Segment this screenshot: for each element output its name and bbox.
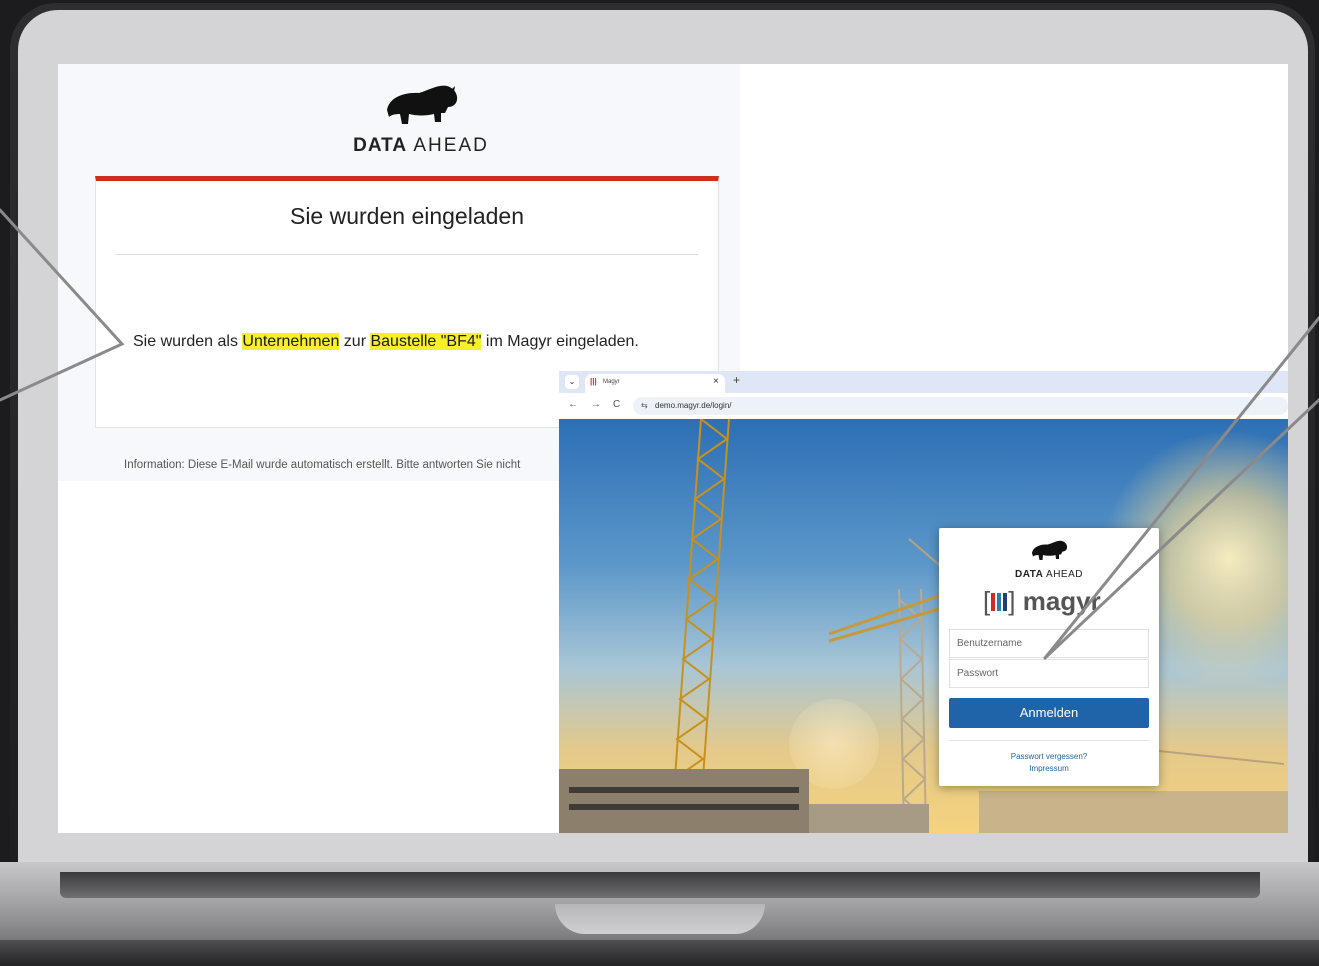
callout-right-upper xyxy=(1043,316,1319,660)
callout-right-lower xyxy=(1043,398,1319,660)
callout-lines xyxy=(0,208,1319,660)
callout-left xyxy=(0,208,125,402)
